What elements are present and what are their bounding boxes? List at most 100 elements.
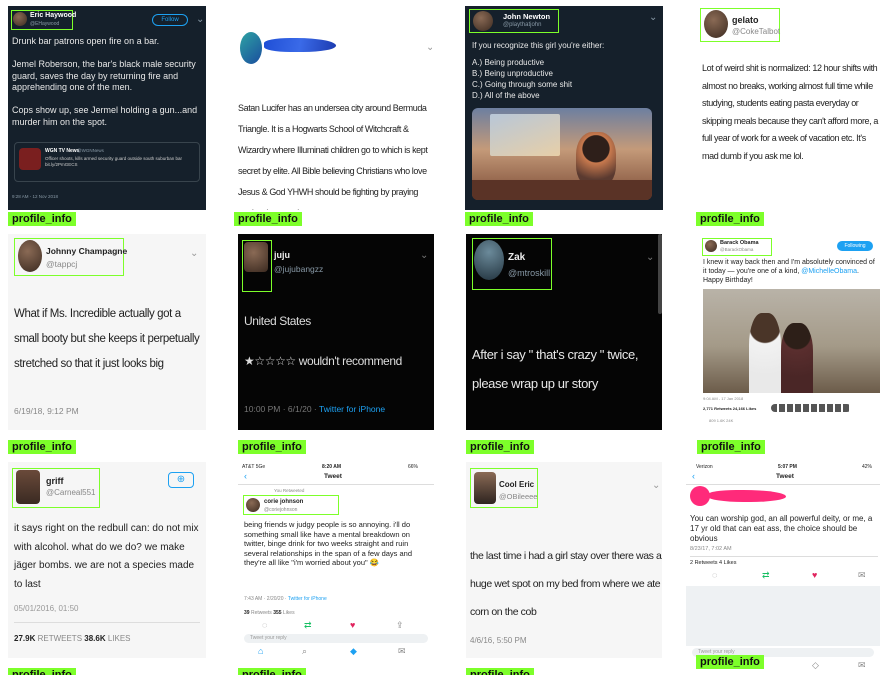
quote-text: Officer shoots, kills armed security gua… <box>45 156 182 167</box>
tweet-card-7: Zak @mtroskill ⌄ After i say " that's cr… <box>466 234 662 454</box>
display-name: gelato <box>732 15 759 25</box>
profile-info-label: profile_info <box>696 212 764 226</box>
tweet-card-2: ⌄ Satan Lucifer has an undersea city aro… <box>234 6 432 226</box>
tweet-screenshot: John Newton @playthatjohn ⌄ If you recog… <box>465 6 663 210</box>
reply-icon[interactable]: ◌ <box>262 620 267 630</box>
blurred-avatar <box>240 32 262 64</box>
person-right <box>781 323 813 393</box>
share-icon[interactable]: ⇪ <box>396 620 404 631</box>
like-icon[interactable]: ♥ <box>812 570 817 580</box>
tweet-card-3: John Newton @playthatjohn ⌄ If you recog… <box>465 6 663 226</box>
like-icon[interactable]: ♥ <box>350 620 355 630</box>
tweet-screenshot: Verizon 5:07 PM 42% ‹ Tweet You can wors… <box>686 462 880 675</box>
share-icon[interactable]: ✉ <box>858 570 866 581</box>
tweet-text: I knew it way back then and I'm absolute… <box>703 259 875 284</box>
tweet-timestamp: 7:43 AM · 2/20/20 · Twitter for iPhone <box>244 596 327 602</box>
user-handle: @BarackObama <box>720 247 754 252</box>
tweet-card-4: gelato @CokeTalbot Lot of weird shit is … <box>696 6 880 226</box>
battery-level: 66% <box>408 464 419 470</box>
tweet-card-6: juju @jujubangzz ⌄ United States ★☆☆☆☆ w… <box>238 234 434 454</box>
tweet-text: the last time i had a girl stay over the… <box>470 550 662 618</box>
action-counts[interactable]: 809 1.6K 24K <box>709 418 733 423</box>
status-clock: 5:07 PM <box>778 464 797 470</box>
chevron-down-icon[interactable]: ⌄ <box>649 12 657 23</box>
mention-link[interactable]: @MichelleObama <box>801 268 857 275</box>
client-link[interactable]: Twitter for iPhone <box>288 596 327 602</box>
messages-icon[interactable]: ✉ <box>398 646 406 657</box>
chevron-down-icon[interactable]: ⌄ <box>652 480 660 491</box>
display-name: juju <box>274 250 290 260</box>
option-b: B.) Being unproductive <box>472 69 553 78</box>
notifications-icon[interactable]: ◇ <box>812 660 819 671</box>
tweet-text-line-2: ★☆☆☆☆ wouldn't recommend <box>244 354 402 368</box>
user-handle: @OBileeee <box>499 492 538 501</box>
battery-level: 42% <box>862 464 873 470</box>
reply-icon[interactable]: ◌ <box>712 570 717 580</box>
back-arrow-icon[interactable]: ‹ <box>692 471 695 481</box>
following-button[interactable]: Following <box>837 241 873 251</box>
follow-add-button[interactable]: ⊕ <box>168 472 194 488</box>
tweet-text: being friends w judgy people is so annoy… <box>244 520 413 567</box>
profile-info-label: profile_info <box>234 212 302 226</box>
tweet-photo <box>703 289 880 393</box>
tweet-stats: 2,771 Retweets 24,166 Likes <box>703 406 757 411</box>
scribbled-name <box>264 38 336 52</box>
profile-info-label: profile_info <box>466 668 534 675</box>
home-icon[interactable]: ⌂ <box>258 646 263 656</box>
display-name: Eric Haywood <box>30 12 77 19</box>
tweet-text: Lot of weird shit is normalized: 12 hour… <box>702 63 878 161</box>
tweet-screenshot: Eric Haywood @EHaywood Follow ⌄ Drunk ba… <box>8 6 206 210</box>
tweet-timestamp: 9:04 AM - 17 Jan 2018 <box>703 396 744 401</box>
stats-divider <box>690 556 878 557</box>
stats-divider <box>14 622 200 623</box>
screen-title: Tweet <box>324 473 342 480</box>
notifications-icon[interactable]: ◆ <box>350 646 357 657</box>
tweet-text: You can worship god, an all powerful dei… <box>690 514 873 543</box>
desk-shape <box>472 180 652 200</box>
person-left <box>749 313 781 393</box>
quoted-tweet[interactable]: WGN TV News @WGNNews Officer shoots, kil… <box>14 142 200 182</box>
tweet-card-5: Johnny Champagne @tappcj ⌄ What if Ms. I… <box>8 234 206 454</box>
tweet-screenshot: Johnny Champagne @tappcj ⌄ What if Ms. I… <box>8 234 206 430</box>
option-c: C.) Going through some shit <box>472 80 573 89</box>
chevron-down-icon[interactable]: ⌄ <box>190 248 198 259</box>
follow-button[interactable]: Follow <box>152 14 188 26</box>
profile-info-label: profile_info <box>465 212 533 226</box>
chevron-down-icon[interactable]: ⌄ <box>420 250 428 261</box>
client-link[interactable]: Twitter for iPhone <box>319 404 385 414</box>
messages-icon[interactable]: ✉ <box>858 660 866 671</box>
tweet-card-8: Barack Obama @BarackObama Following I kn… <box>697 234 880 454</box>
chevron-down-icon[interactable]: ⌄ <box>426 42 432 53</box>
retweet-icon[interactable]: ⇄ <box>304 620 312 631</box>
tweet-card-11: Cool Eric @OBileeee ⌄ the last time i ha… <box>466 462 662 675</box>
option-a: A.) Being productive <box>472 58 545 67</box>
profile-info-label: profile_info <box>697 440 765 454</box>
display-name: corie johnson <box>264 499 304 505</box>
profile-info-label: profile_info <box>238 440 306 454</box>
tweet-stats: 39 Retweets 355 Likes <box>244 610 295 616</box>
back-arrow-icon[interactable]: ‹ <box>244 471 247 481</box>
tweet-timestamp: 9:28 AM - 12 Nov 2018 <box>12 194 59 199</box>
tweet-card-10: AT&T 5Ge 8:20 AM 66% ‹ Tweet You Retweet… <box>238 462 434 675</box>
quote-handle: @WGNNews <box>77 148 104 153</box>
chevron-down-icon[interactable]: ⌄ <box>646 252 654 263</box>
tweet-text-line-1: United States <box>244 314 311 328</box>
chevron-down-icon[interactable]: ⌄ <box>196 14 204 25</box>
retweet-icon[interactable]: ⇄ <box>762 570 770 581</box>
tweet-text: If you recognize this girl you're either… <box>472 41 605 50</box>
display-name: Johnny Champagne <box>46 246 128 256</box>
tweet-stats: 27.9K RETWEETS 38.6K LIKES <box>14 634 131 643</box>
tweet-timestamp: 10:00 PM · 6/1/20 · Twitter for iPhone <box>244 404 386 414</box>
profile-info-label: profile_info <box>8 212 76 226</box>
profile-info-box <box>700 8 780 42</box>
profile-info-label: profile_info <box>466 440 534 454</box>
user-handle: @CokeTalbot <box>732 27 781 36</box>
search-icon[interactable]: ⌕ <box>302 646 307 657</box>
tweet-screenshot: Zak @mtroskill ⌄ After i say " that's cr… <box>466 234 662 430</box>
display-name: griff <box>46 476 64 486</box>
scrollbar[interactable] <box>658 234 662 314</box>
reply-placeholder: Tweet your reply <box>250 635 287 641</box>
screen-title: Tweet <box>776 473 794 480</box>
profile-info-box <box>242 240 272 292</box>
retweeted-label: You Retweeted <box>274 488 305 493</box>
